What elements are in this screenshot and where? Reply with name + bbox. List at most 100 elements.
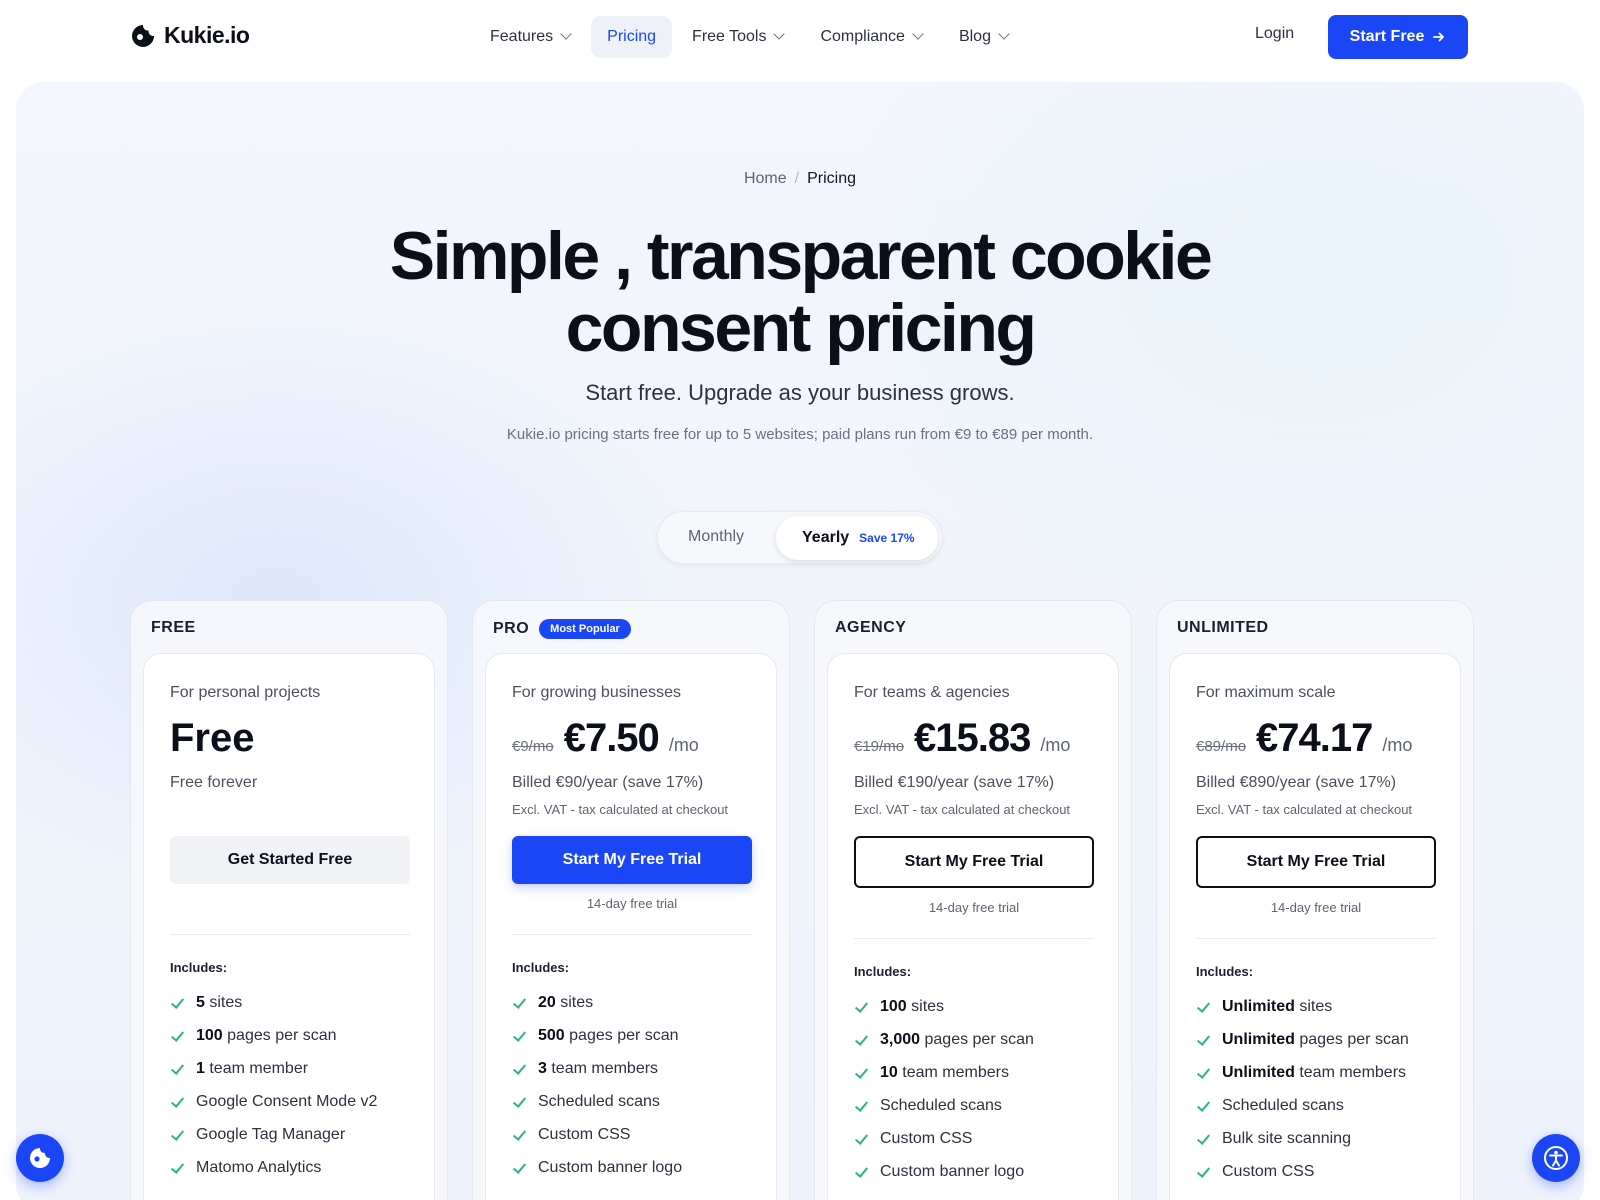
- check-icon: [170, 1095, 184, 1109]
- plan-vat-note: Excl. VAT - tax calculated at checkout: [854, 802, 1071, 817]
- plan-inner: For personal projects Free Free forever …: [143, 653, 435, 1200]
- trial-note: 14-day free trial: [1270, 900, 1362, 915]
- check-icon: [170, 1161, 184, 1175]
- list-item: 100 pages per scan: [170, 1025, 377, 1046]
- check-icon: [854, 1165, 868, 1179]
- accessibility-button[interactable]: [1532, 1134, 1580, 1182]
- plan-name: UNLIMITED: [1177, 619, 1269, 636]
- breadcrumb-home[interactable]: Home: [744, 170, 787, 187]
- plan-per: /mo: [668, 735, 699, 755]
- plan-label: AGENCY: [835, 619, 906, 637]
- list-item: Matomo Analytics: [170, 1157, 377, 1178]
- list-item: Unlimited pages per scan: [1196, 1029, 1409, 1050]
- trial-note: 14-day free trial: [586, 896, 678, 911]
- plan-inner: For growing businesses €9/mo €7.50 /mo B…: [485, 653, 777, 1200]
- nav-item-features[interactable]: Features: [474, 16, 587, 58]
- check-icon: [512, 996, 526, 1010]
- divider: [512, 934, 752, 935]
- arrow-right-icon: [1433, 32, 1445, 42]
- list-item: Unlimited team members: [1196, 1062, 1409, 1083]
- nav-item-label: Features: [490, 28, 554, 45]
- chevron-down-icon: [999, 30, 1009, 40]
- logo-text: Kukie.io: [164, 22, 250, 48]
- feature-list: 100 sites 3,000 pages per scan 10 team m…: [854, 996, 1034, 1182]
- save-badge: Save 17%: [859, 531, 915, 545]
- page-title: Simple , transparent cookie consent pric…: [0, 220, 1600, 364]
- plan-price: €74.17: [1256, 716, 1373, 760]
- plan-card-free: FREE For personal projects Free Free for…: [130, 600, 448, 1200]
- plan-per: /mo: [1040, 735, 1071, 755]
- login-link[interactable]: Login: [1255, 25, 1294, 43]
- plan-label: PRO Most Popular: [493, 619, 631, 639]
- page-description: Kukie.io pricing starts free for up to 5…: [506, 426, 1094, 443]
- plan-price: €7.50: [563, 716, 660, 760]
- plan-card-agency: AGENCY For teams & agencies €19/mo €15.8…: [814, 600, 1132, 1200]
- toggle-yearly[interactable]: Yearly Save 17%: [776, 516, 938, 560]
- feature-list: Unlimited sites Unlimited pages per scan…: [1196, 996, 1409, 1182]
- check-icon: [854, 1033, 868, 1047]
- plan-price-row: €9/mo €7.50 /mo: [512, 716, 699, 761]
- toggle-monthly[interactable]: Monthly: [688, 528, 744, 546]
- plan-tagline: For personal projects: [170, 684, 321, 701]
- nav-item-blog[interactable]: Blog: [943, 16, 1025, 58]
- list-item: 100 sites: [854, 996, 1034, 1017]
- chevron-down-icon: [913, 30, 923, 40]
- divider: [1196, 938, 1436, 939]
- start-free-trial-button[interactable]: Start My Free Trial: [512, 836, 752, 884]
- nav-item-free-tools[interactable]: Free Tools: [676, 16, 800, 58]
- breadcrumb-separator: /: [794, 170, 800, 187]
- check-icon: [512, 1095, 526, 1109]
- breadcrumb-current: Pricing: [807, 170, 857, 187]
- includes-heading: Includes:: [170, 960, 228, 975]
- check-icon: [170, 1062, 184, 1076]
- check-icon: [1196, 1033, 1210, 1047]
- list-item: Custom banner logo: [512, 1157, 682, 1178]
- nav-item-compliance[interactable]: Compliance: [804, 16, 938, 58]
- most-popular-badge: Most Popular: [539, 619, 631, 639]
- list-item: 10 team members: [854, 1062, 1034, 1083]
- start-free-trial-button[interactable]: Start My Free Trial: [1196, 836, 1436, 888]
- list-item: 5 sites: [170, 992, 377, 1013]
- chevron-down-icon: [561, 30, 571, 40]
- page-title-line1: Simple , transparent cookie: [389, 218, 1213, 294]
- plan-price: €15.83: [914, 716, 1031, 760]
- divider: [854, 938, 1094, 939]
- get-started-free-button[interactable]: Get Started Free: [170, 836, 410, 884]
- list-item: Google Tag Manager: [170, 1124, 377, 1145]
- plan-per: /mo: [1382, 735, 1413, 755]
- start-free-trial-button[interactable]: Start My Free Trial: [854, 836, 1094, 888]
- plan-label: UNLIMITED: [1177, 619, 1269, 637]
- plan-name: FREE: [151, 619, 196, 636]
- list-item: 20 sites: [512, 992, 682, 1013]
- breadcrumb: Home / Pricing: [0, 170, 1600, 188]
- includes-heading: Includes:: [1196, 964, 1254, 979]
- check-icon: [854, 1132, 868, 1146]
- check-icon: [854, 1000, 868, 1014]
- plan-tagline: For teams & agencies: [854, 684, 1010, 701]
- start-free-button[interactable]: Start Free: [1328, 15, 1468, 59]
- nav-item-pricing[interactable]: Pricing: [591, 16, 673, 58]
- plan-inner: For teams & agencies €19/mo €15.83 /mo B…: [827, 653, 1119, 1200]
- includes-heading: Includes:: [854, 964, 912, 979]
- check-icon: [170, 996, 184, 1010]
- cookie-settings-button[interactable]: [16, 1134, 64, 1182]
- page-subtitle: Start free. Upgrade as your business gro…: [585, 380, 1015, 405]
- check-icon: [854, 1066, 868, 1080]
- chevron-down-icon: [774, 30, 784, 40]
- plan-old-price: €89/mo: [1196, 738, 1247, 755]
- plan-card-unlimited: UNLIMITED For maximum scale €89/mo €74.1…: [1156, 600, 1474, 1200]
- list-item: 3,000 pages per scan: [854, 1029, 1034, 1050]
- list-item: Custom CSS: [512, 1124, 682, 1145]
- page-title-line2: consent pricing: [565, 290, 1037, 366]
- check-icon: [1196, 1099, 1210, 1113]
- plan-price: Free: [170, 716, 255, 760]
- list-item: Google Consent Mode v2: [170, 1091, 377, 1112]
- logo[interactable]: Kukie.io: [130, 22, 250, 49]
- start-free-label: Start Free: [1349, 28, 1425, 45]
- billing-toggle: Monthly Yearly Save 17%: [657, 511, 943, 564]
- plan-old-price: €19/mo: [854, 738, 905, 755]
- nav-item-label: Blog: [958, 28, 991, 45]
- plan-inner: For maximum scale €89/mo €74.17 /mo Bill…: [1169, 653, 1461, 1200]
- plan-price-row: €19/mo €15.83 /mo: [854, 716, 1070, 761]
- accessibility-icon: [1544, 1146, 1568, 1170]
